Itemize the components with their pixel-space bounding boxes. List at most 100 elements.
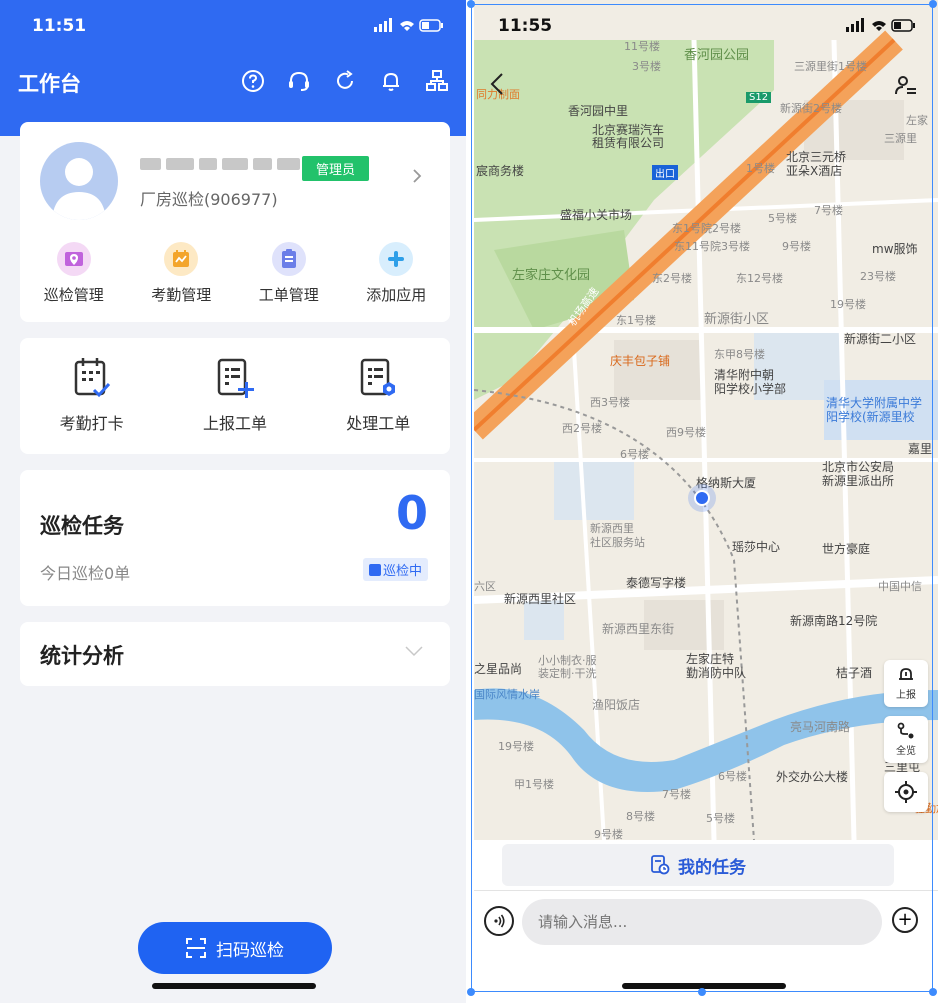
map-label: 三源里 — [884, 132, 917, 145]
org-chart-icon[interactable] — [422, 66, 452, 96]
process-work-order-button[interactable]: 处理工单 — [323, 356, 433, 454]
page-title: 工作台 — [18, 72, 81, 96]
map-label: 6号楼 — [718, 770, 747, 783]
map-label: 庆丰包子铺 — [610, 354, 671, 368]
quick-label: 处理工单 — [346, 414, 411, 433]
status-icons — [846, 18, 916, 38]
help-icon[interactable] — [238, 66, 268, 96]
route-overview-icon — [897, 722, 914, 739]
scan-inspection-button[interactable]: 扫码巡检 — [138, 922, 332, 974]
map-label: 左家 — [906, 114, 928, 127]
task-count: 0 — [395, 486, 428, 540]
headset-icon[interactable] — [284, 66, 314, 96]
message-input[interactable] — [522, 899, 882, 945]
map-label: 盛福小关市场 — [560, 208, 633, 222]
map-label: 桔子酒 — [836, 666, 873, 680]
map-label: 泰德写字楼 — [626, 576, 687, 590]
quick-label: 上报工单 — [202, 414, 267, 433]
selection-handle[interactable] — [467, 988, 475, 996]
statistics-card[interactable]: 统计分析 — [20, 622, 450, 686]
signal-wifi-battery-icon — [374, 18, 443, 32]
map-label-road-badge: S12 — [746, 92, 772, 103]
voice-input-icon[interactable] — [484, 906, 514, 936]
app-label: 添加应用 — [366, 286, 427, 304]
map-label: 东12号楼 — [736, 272, 783, 285]
map-label: 新源南路12号院 — [790, 614, 878, 628]
map-label: 北京赛瑞汽车 租赁有限公司 — [592, 123, 665, 150]
selection-handle[interactable] — [698, 988, 706, 996]
map-label: 格纳斯大厦 — [696, 476, 757, 490]
app-grid: 巡检管理 考勤管理 工单管理 添加应用 — [20, 242, 450, 305]
app-label: 工单管理 — [258, 286, 319, 304]
back-arrow-icon[interactable] — [490, 72, 504, 100]
map-screen: 香河园公园 11号楼 3号楼 三源里街1号楼 香河园中里 同力制面 北京赛瑞汽车… — [474, 0, 938, 1003]
map-label: 新源西里社区 — [504, 592, 577, 606]
map-label: 5号楼 — [706, 812, 735, 825]
scan-icon — [186, 938, 206, 958]
status-icons — [374, 18, 444, 38]
map-label: 小小制衣·服 装定制·干洗 — [538, 654, 597, 680]
map-label: 新源西里东街 — [602, 622, 675, 636]
locate-me-button[interactable] — [884, 772, 928, 812]
chevron-right-icon[interactable] — [412, 168, 422, 189]
map-label: 西3号楼 — [590, 396, 630, 409]
bell-icon[interactable] — [376, 66, 406, 96]
map-label: 新源街2号楼 — [780, 102, 842, 115]
map-label: 左家庄特 勤消防中队 — [686, 652, 747, 680]
status-bar: 11:51 — [0, 16, 466, 40]
selection-handle[interactable] — [467, 0, 475, 8]
refresh-icon[interactable] — [330, 66, 360, 96]
overview-tool-button[interactable]: 全览 — [884, 716, 928, 763]
map-label: 甲1号楼 — [514, 778, 554, 791]
chevron-down-icon[interactable] — [404, 642, 424, 661]
map-label: 西2号楼 — [562, 422, 602, 435]
user-list-icon[interactable] — [894, 74, 918, 102]
status-badge-label: 巡检中 — [382, 564, 422, 579]
report-add-icon — [217, 358, 254, 398]
map-label: 东甲8号楼 — [714, 348, 765, 361]
report-tool-button[interactable]: 上报 — [884, 660, 928, 707]
user-avatar-icon — [52, 158, 106, 220]
selection-handle[interactable] — [929, 988, 937, 996]
my-task-button[interactable]: 我的任务 — [502, 844, 894, 886]
top-bar: 11:51 工作台 — [0, 0, 466, 136]
app-work-order-management[interactable]: 工单管理 — [239, 242, 339, 305]
selection-handle[interactable] — [929, 0, 937, 8]
stats-title: 统计分析 — [40, 644, 124, 668]
report-work-order-button[interactable]: 上报工单 — [180, 356, 290, 454]
map-view[interactable]: 香河园公园 11号楼 3号楼 三源里街1号楼 香河园中里 同力制面 北京赛瑞汽车… — [474, 0, 938, 840]
blurred-user-name — [140, 154, 300, 174]
app-label: 考勤管理 — [151, 286, 212, 304]
map-label: 国际风情水岸 — [474, 688, 540, 701]
map-label: 3号楼 — [632, 60, 661, 73]
map-label: 三源里街1号楼 — [794, 60, 867, 73]
inspection-task-card[interactable]: 巡检任务 今日巡检0单 0 巡检中 — [20, 470, 450, 606]
task-clock-icon — [651, 855, 670, 875]
map-label: 之星品尚 — [474, 662, 523, 676]
workbench-screen: 11:51 工作台 管理员 厂房巡检(906977) 巡检管理 考勤管理 工单管… — [0, 0, 466, 1003]
status-time: 11:55 — [498, 16, 553, 36]
task-title: 巡检任务 — [40, 514, 124, 538]
map-label: 嘉里 — [908, 442, 933, 456]
map-label: 8号楼 — [626, 810, 655, 823]
profile-card[interactable]: 管理员 厂房巡检(906977) 巡检管理 考勤管理 工单管理 添加应用 — [20, 122, 450, 322]
map-label: 东11号院3号楼 — [674, 240, 750, 253]
app-attendance-management[interactable]: 考勤管理 — [131, 242, 231, 305]
app-add-application[interactable]: 添加应用 — [346, 242, 446, 305]
app-inspection-management[interactable]: 巡检管理 — [24, 242, 124, 305]
add-attachment-icon[interactable]: + — [892, 907, 918, 933]
map-label: 香河园中里 — [568, 104, 629, 118]
toolbar-icons — [238, 66, 452, 96]
map-label: 9号楼 — [594, 828, 623, 840]
tool-label: 上报 — [896, 690, 916, 701]
map-label: 东2号楼 — [652, 272, 692, 285]
clipboard-icon — [271, 242, 306, 276]
attendance-clock-in-button[interactable]: 考勤打卡 — [37, 356, 147, 454]
map-label: 香河园公园 — [684, 48, 750, 63]
map-label: 清华附中朝 阳学校小学部 — [714, 368, 787, 396]
map-label: 世方豪庭 — [822, 542, 871, 556]
map-label: 新源街小区 — [704, 312, 770, 327]
map-label: 北京市公安局 新源里派出所 — [822, 460, 895, 488]
app-label: 巡检管理 — [43, 286, 104, 304]
process-gear-icon — [361, 358, 396, 396]
